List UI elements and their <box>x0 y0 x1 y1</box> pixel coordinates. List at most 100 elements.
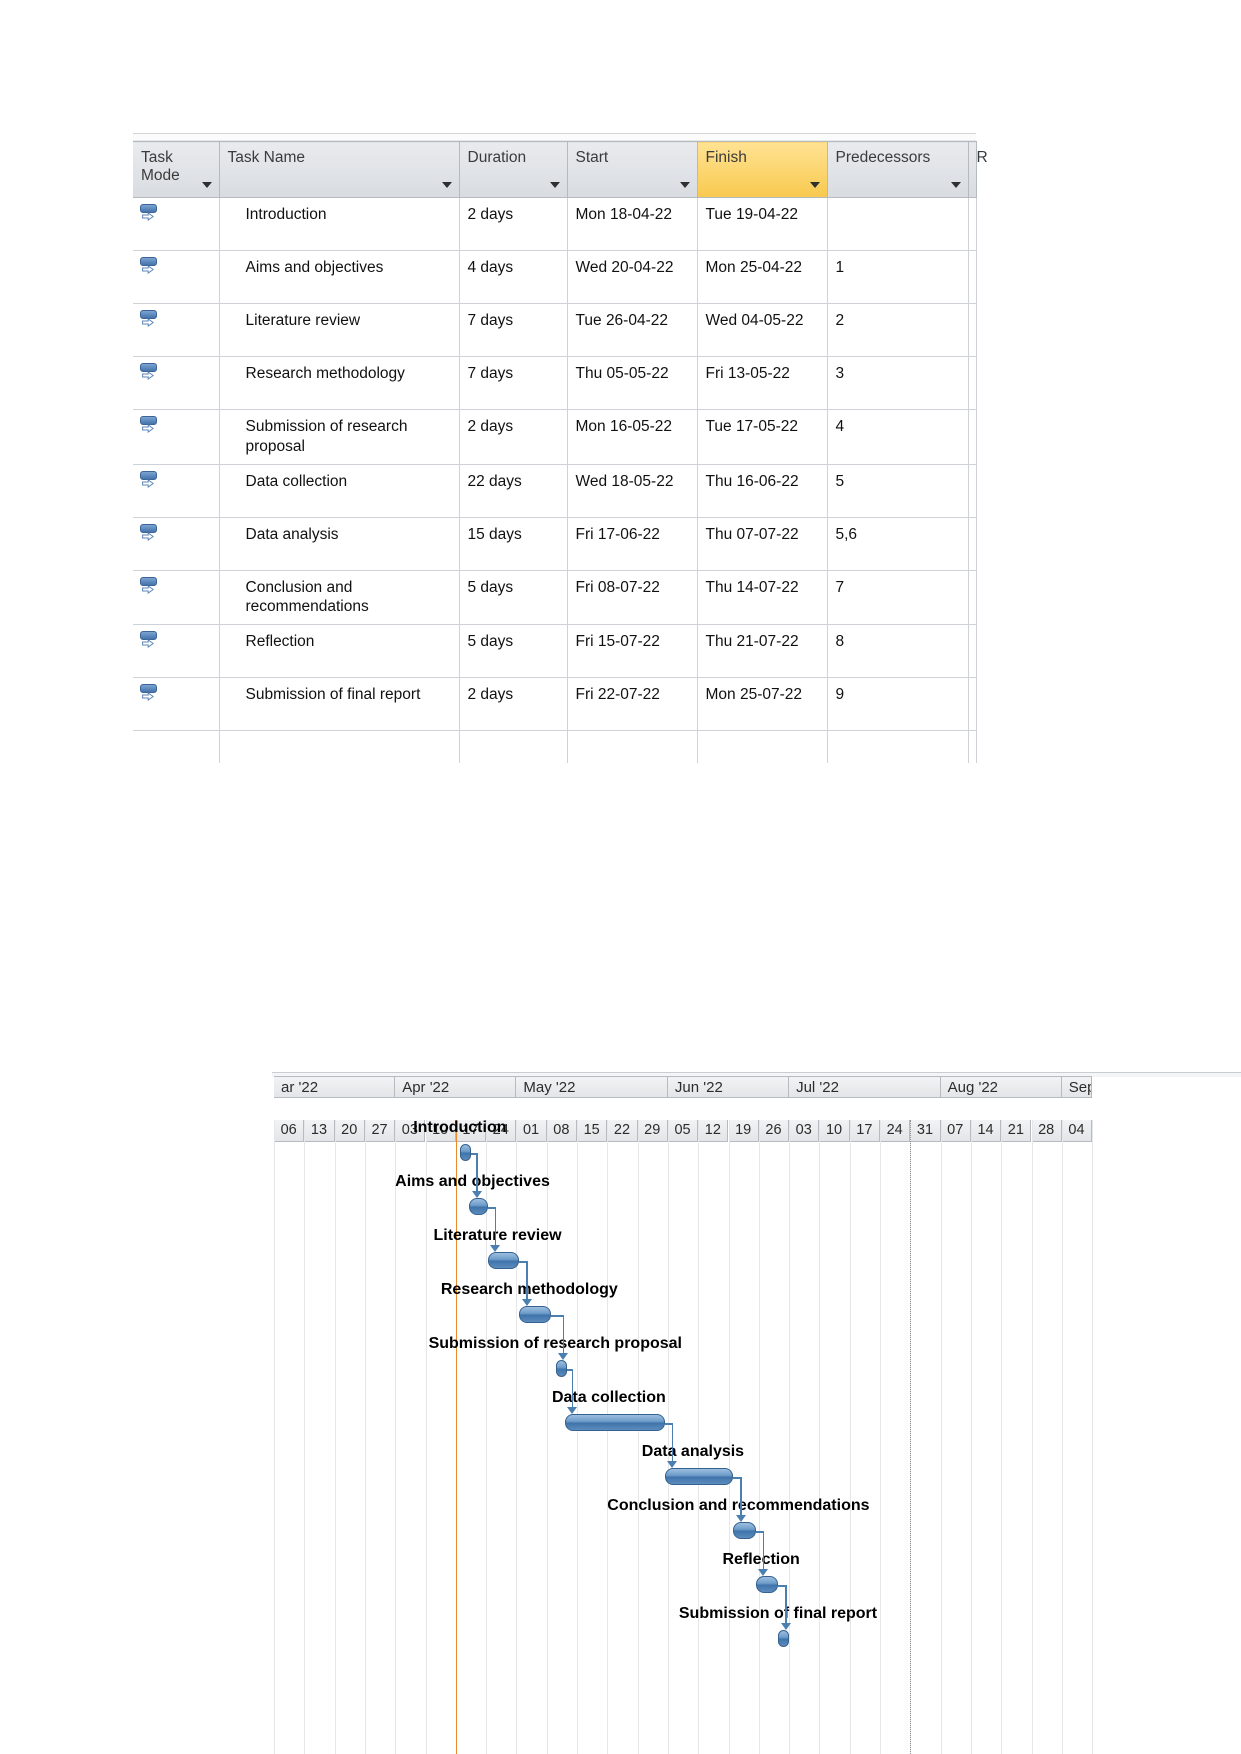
cell-start[interactable]: Tue 26-04-22 <box>567 303 698 357</box>
cell-finish[interactable]: Fri 13-05-22 <box>697 356 828 410</box>
gantt-bar[interactable] <box>755 1576 779 1593</box>
cell-task-mode[interactable] <box>133 570 220 626</box>
cell-duration[interactable]: 5 days <box>459 624 568 679</box>
chevron-down-icon[interactable] <box>441 182 452 188</box>
cell-finish[interactable]: Mon 25-04-22 <box>697 250 828 304</box>
cell-task-mode[interactable] <box>133 517 220 571</box>
gantt-bar[interactable] <box>469 1198 488 1215</box>
cell-task-name[interactable]: Submission of final report <box>219 677 460 732</box>
cell-predecessors[interactable]: 1 <box>827 250 969 304</box>
cell-duration[interactable]: 5 days <box>459 570 568 626</box>
cell-predecessors[interactable]: 9 <box>827 677 969 732</box>
gantt-bar[interactable] <box>519 1306 552 1323</box>
cell-task-name[interactable]: Literature review <box>219 303 460 357</box>
chevron-down-icon[interactable] <box>549 182 560 188</box>
column-header-task-mode[interactable]: Task Mode <box>133 141 220 198</box>
cell-task-mode[interactable] <box>133 197 220 251</box>
cell-finish[interactable]: Tue 19-04-22 <box>697 197 828 251</box>
cell-predecessors[interactable]: 4 <box>827 409 969 465</box>
cell-duration[interactable] <box>459 730 568 764</box>
cell-predecessors[interactable] <box>827 197 969 251</box>
cell-task-mode[interactable] <box>133 624 220 679</box>
cell-start[interactable]: Fri 22-07-22 <box>567 677 698 732</box>
table-row[interactable]: Data collection 22 days Wed 18-05-22 Thu 16… <box>133 464 977 518</box>
cell-finish[interactable]: Thu 07-07-22 <box>697 517 828 571</box>
cell-task-mode[interactable] <box>133 356 220 410</box>
chevron-down-icon[interactable] <box>809 182 820 188</box>
cell-finish[interactable]: Thu 14-07-22 <box>697 570 828 626</box>
gantt-bar[interactable] <box>564 1414 665 1431</box>
cell-task-name[interactable]: Aims and objectives <box>219 250 460 304</box>
cell-finish[interactable]: Thu 21-07-22 <box>697 624 828 679</box>
cell-task-name[interactable]: Introduction <box>219 197 460 251</box>
cell-start[interactable]: Mon 18-04-22 <box>567 197 698 251</box>
table-row[interactable]: Conclusion and recommendations 5 days Fri … <box>133 570 977 626</box>
gantt-bar[interactable] <box>487 1252 520 1269</box>
cell-duration[interactable]: 7 days <box>459 356 568 410</box>
column-header-duration[interactable]: Duration <box>459 141 568 198</box>
cell-task-name[interactable]: Conclusion and recommendations <box>219 570 460 626</box>
cell-task-name[interactable]: Submission of research proposal <box>219 409 460 465</box>
cell-predecessors[interactable]: 2 <box>827 303 969 357</box>
column-header-start[interactable]: Start <box>567 141 698 198</box>
cell-start[interactable]: Fri 15-07-22 <box>567 624 698 679</box>
table-row[interactable]: Data analysis 15 days Fri 17-06-22 Thu 07-0… <box>133 517 977 571</box>
column-header-finish[interactable]: Finish <box>697 141 828 198</box>
cell-predecessors[interactable] <box>827 730 969 764</box>
table-row[interactable]: Research methodology 7 days Thu 05-05-22 Fr… <box>133 356 977 410</box>
table-row-empty[interactable] <box>133 730 977 764</box>
cell-duration[interactable]: 2 days <box>459 409 568 465</box>
cell-start[interactable]: Wed 20-04-22 <box>567 250 698 304</box>
column-header-truncated[interactable]: R <box>968 141 988 198</box>
gantt-bar[interactable] <box>733 1522 756 1539</box>
chevron-down-icon[interactable] <box>679 182 690 188</box>
table-row[interactable]: Aims and objectives 4 days Wed 20-04-22 Mon… <box>133 250 977 304</box>
cell-finish[interactable]: Thu 16-06-22 <box>697 464 828 518</box>
gantt-bar[interactable] <box>460 1144 472 1161</box>
gantt-bar[interactable] <box>664 1468 734 1485</box>
table-row[interactable]: Introduction 2 days Mon 18-04-22 Tue 19-04-… <box>133 197 977 251</box>
cell-start[interactable]: Mon 16-05-22 <box>567 409 698 465</box>
column-header-task-name[interactable]: Task Name <box>219 141 460 198</box>
cell-finish[interactable]: Tue 17-05-22 <box>697 409 828 465</box>
cell-task-name[interactable] <box>219 730 460 764</box>
cell-duration[interactable]: 15 days <box>459 517 568 571</box>
cell-task-name[interactable]: Data analysis <box>219 517 460 571</box>
table-row[interactable]: Submission of final report 2 days Fri 22-0… <box>133 677 977 732</box>
cell-start[interactable]: Fri 17-06-22 <box>567 517 698 571</box>
cell-start[interactable]: Fri 08-07-22 <box>567 570 698 626</box>
cell-task-name[interactable]: Reflection <box>219 624 460 679</box>
cell-start[interactable] <box>567 730 698 764</box>
cell-duration[interactable]: 2 days <box>459 677 568 732</box>
cell-predecessors[interactable]: 3 <box>827 356 969 410</box>
cell-predecessors[interactable]: 8 <box>827 624 969 679</box>
cell-task-mode[interactable] <box>133 464 220 518</box>
gantt-bar[interactable] <box>555 1360 567 1377</box>
cell-task-mode[interactable] <box>133 677 220 732</box>
cell-start[interactable]: Thu 05-05-22 <box>567 356 698 410</box>
cell-task-mode[interactable] <box>133 730 220 764</box>
cell-duration[interactable]: 4 days <box>459 250 568 304</box>
cell-predecessors[interactable]: 5 <box>827 464 969 518</box>
table-row[interactable]: Submission of research proposal 2 days Mon… <box>133 409 977 465</box>
column-header-predecessors[interactable]: Predecessors <box>827 141 969 198</box>
chevron-down-icon[interactable] <box>201 182 212 188</box>
cell-duration[interactable]: 22 days <box>459 464 568 518</box>
cell-finish[interactable]: Mon 25-07-22 <box>697 677 828 732</box>
table-row[interactable]: Reflection 5 days Fri 15-07-22 Thu 21-07-22… <box>133 624 977 679</box>
table-row[interactable]: Literature review 7 days Tue 26-04-22 Wed 0… <box>133 303 977 357</box>
cell-start[interactable]: Wed 18-05-22 <box>567 464 698 518</box>
cell-task-name[interactable]: Research methodology <box>219 356 460 410</box>
cell-task-name[interactable]: Data collection <box>219 464 460 518</box>
gantt-bar[interactable] <box>778 1630 790 1647</box>
cell-duration[interactable]: 2 days <box>459 197 568 251</box>
cell-duration[interactable]: 7 days <box>459 303 568 357</box>
cell-finish[interactable] <box>697 730 828 764</box>
cell-finish[interactable]: Wed 04-05-22 <box>697 303 828 357</box>
cell-predecessors[interactable]: 7 <box>827 570 969 626</box>
cell-task-mode[interactable] <box>133 303 220 357</box>
cell-predecessors[interactable]: 5,6 <box>827 517 969 571</box>
cell-task-mode[interactable] <box>133 409 220 465</box>
chevron-down-icon[interactable] <box>950 182 961 188</box>
cell-task-mode[interactable] <box>133 250 220 304</box>
